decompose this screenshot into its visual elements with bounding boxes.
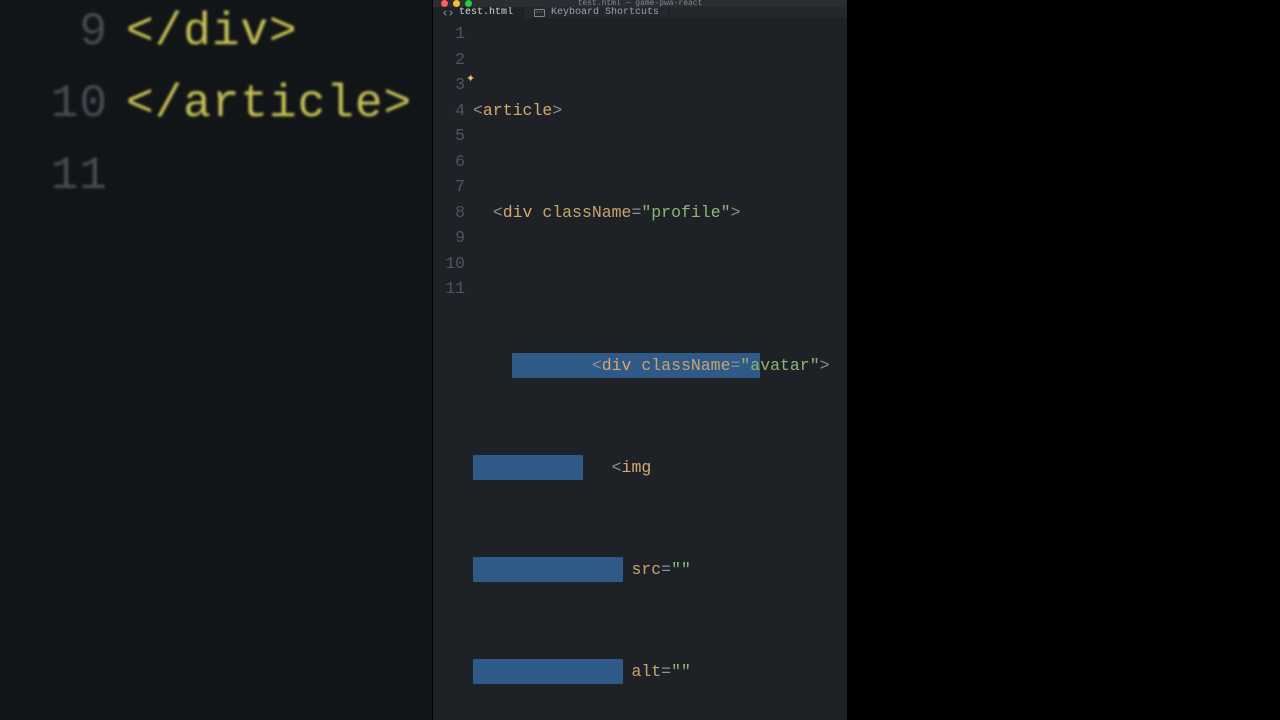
tab-test-html[interactable]: test.html (433, 7, 524, 18)
code-line[interactable]: src="" (473, 506, 847, 532)
close-icon[interactable] (441, 0, 448, 7)
code-line[interactable]: <article> (473, 98, 847, 124)
maximize-icon[interactable] (465, 0, 472, 7)
tab-label: test.html (459, 7, 513, 18)
window-title: test.html — game-pwa-react (433, 0, 847, 8)
bg-line: 9</div> (28, 6, 298, 58)
code-line[interactable]: /> (473, 710, 847, 720)
tab-label: Keyboard Shortcuts (551, 7, 659, 18)
tab-bar: test.html Keyboard Shortcuts (433, 7, 847, 18)
traffic-lights (441, 0, 472, 7)
html-file-icon (443, 8, 453, 18)
keyboard-icon (534, 9, 545, 17)
line-number-gutter: 1 2 3 4 5 6 7 8 9 10 11 (433, 21, 473, 720)
background-right (848, 0, 1280, 720)
code-editor[interactable]: ✦ 1 2 3 4 5 6 7 8 9 10 11 <article> <div… (433, 18, 847, 720)
code-line[interactable]: alt="" (473, 608, 847, 634)
code-line[interactable]: <div className="avatar"> (473, 302, 847, 328)
code-line[interactable]: <div className="profile"> (473, 200, 847, 226)
window-titlebar[interactable]: test.html — game-pwa-react (433, 0, 847, 7)
background-editor-ghost: 9</div> 10</article> 11 (0, 0, 432, 720)
editor-window: test.html — game-pwa-react test.html Key… (432, 0, 848, 720)
code-content[interactable]: <article> <div className="profile"> <div… (473, 21, 847, 720)
code-line[interactable]: <img (473, 404, 847, 430)
tab-keyboard-shortcuts[interactable]: Keyboard Shortcuts (524, 7, 670, 18)
bg-line: 11 (28, 150, 126, 202)
bg-line: 10</article> (28, 78, 412, 130)
minimize-icon[interactable] (453, 0, 460, 7)
